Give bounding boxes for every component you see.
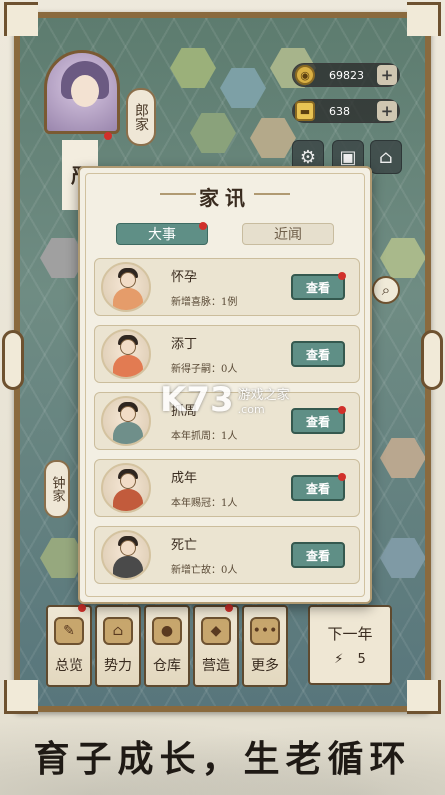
clan-tag-2[interactable]: 钟家: [44, 460, 70, 518]
event-row: 怀孕新增喜脉：1例 查看: [94, 258, 360, 316]
event-list: 怀孕 新增喜脉：1例 查看 添丁 新得子嗣：0人 查看 抓周 本年抓周：1人 查看 成年 本年赐冠：…: [94, 258, 360, 593]
coin-icon: ◉: [295, 65, 315, 85]
search-icon: ⌕: [381, 281, 391, 299]
view-button[interactable]: 查看: [291, 542, 345, 568]
lightning-icon: ⚡: [334, 652, 344, 667]
tab-label: 近闻: [274, 227, 302, 243]
frame-corner-ornament: [407, 2, 441, 36]
gold-counter: ◉ 69823 +: [292, 63, 400, 87]
next-year-count: 5: [357, 652, 366, 667]
event-portrait: [101, 262, 151, 312]
bottom-menu: ✎ 总览 ⌂ 势力 ● 仓库 ◆ 营造 ••• 更多: [46, 604, 288, 687]
menu-label: 仓库: [153, 658, 181, 674]
watermark-cn: 游戏之家: [237, 388, 290, 403]
view-button-label: 查看: [305, 347, 330, 362]
event-subtitle: 新增喜脉：1例: [171, 297, 238, 308]
ingot-value: 638: [329, 104, 350, 118]
sack-icon: ●: [152, 617, 182, 645]
building-icon: ⌂: [103, 617, 133, 645]
event-portrait: [101, 396, 151, 446]
view-button[interactable]: 查看: [291, 272, 346, 300]
menu-label: 更多: [251, 658, 279, 674]
view-button[interactable]: 查看: [291, 341, 345, 367]
tab-recent-news[interactable]: 近闻: [242, 223, 334, 245]
dialog-title: 家讯: [199, 186, 251, 210]
event-row: 成年本年赐冠：1人 查看: [94, 459, 360, 517]
menu-label: 营造: [202, 658, 230, 674]
event-subtitle: 本年赐冠：1人: [171, 498, 238, 509]
view-button-label: 查看: [305, 414, 330, 429]
frame-side-ornament: [421, 330, 443, 390]
tab-label: 大事: [148, 227, 176, 243]
scroll-brush-icon: ✎: [54, 617, 84, 645]
gold-value: 69823: [329, 68, 364, 82]
title-ornament: [254, 193, 290, 195]
frame-corner-ornament: [4, 2, 38, 36]
event-title: 死亡: [171, 538, 198, 553]
event-portrait: [101, 530, 151, 580]
notification-dot: [338, 272, 346, 280]
watermark-logo: K73: [160, 380, 234, 420]
clan-tag[interactable]: 郎家: [126, 88, 156, 146]
menu-label: 势力: [104, 658, 132, 674]
notification-dot: [199, 222, 207, 230]
add-gold-button[interactable]: +: [377, 65, 397, 85]
location-pin-icon: ⌂: [379, 146, 393, 168]
event-row: 添丁新得子嗣：0人 查看: [94, 325, 360, 383]
event-title: 怀孕: [171, 270, 198, 285]
notification-dot: [338, 406, 346, 414]
menu-button-0[interactable]: ✎ 总览: [46, 604, 92, 687]
add-ingot-button[interactable]: +: [377, 101, 397, 121]
menu-label: 总览: [55, 658, 83, 674]
next-year-counter: ⚡ 5: [334, 652, 366, 667]
notification-dot: [225, 604, 233, 612]
frame-corner-ornament: [407, 680, 441, 714]
event-subtitle: 新增亡故：0人: [171, 565, 238, 576]
event-portrait: [101, 463, 151, 513]
tab-major-events[interactable]: 大事: [116, 222, 208, 245]
next-year-label: 下一年: [327, 625, 373, 643]
view-button-label: 查看: [305, 481, 330, 496]
event-title: 成年: [171, 471, 198, 486]
view-button[interactable]: 查看: [291, 473, 346, 501]
frame-side-ornament: [2, 330, 24, 390]
next-year-button[interactable]: 下一年 ⚡ 5: [308, 605, 392, 685]
event-title: 添丁: [171, 337, 198, 352]
watermark-url: .com: [237, 403, 265, 416]
promo-caption: 育子成长，生老循环: [33, 738, 412, 780]
ingot-counter: ▬ 638 +: [292, 99, 400, 123]
event-row: 死亡新增亡故：0人 查看: [94, 526, 360, 584]
menu-button-1[interactable]: ⌂ 势力: [95, 605, 141, 687]
event-portrait: [101, 329, 151, 379]
gear-icon: ⚙: [299, 146, 317, 168]
k73-watermark: K73 游戏之家 .com: [160, 380, 290, 420]
menu-button-2[interactable]: ● 仓库: [144, 605, 190, 687]
trowel-icon: ◆: [201, 617, 231, 645]
map-search-button[interactable]: ⌕: [372, 276, 400, 304]
menu-button-4[interactable]: ••• 更多: [242, 605, 288, 687]
player-avatar[interactable]: [44, 50, 120, 134]
event-subtitle: 本年抓周：1人: [171, 431, 238, 442]
notification-dot: [338, 473, 346, 481]
save-icon: ▣: [339, 146, 357, 168]
more-dots-icon: •••: [250, 617, 280, 645]
gold-ingot-icon: ▬: [295, 101, 315, 121]
menu-button-3[interactable]: ◆ 营造: [193, 604, 239, 687]
view-button[interactable]: 查看: [291, 406, 346, 434]
frame-corner-ornament: [4, 680, 38, 714]
event-subtitle: 新得子嗣：0人: [171, 364, 238, 375]
location-button[interactable]: ⌂: [370, 140, 402, 174]
notification-dot: [104, 132, 112, 140]
view-button-label: 查看: [305, 280, 330, 295]
notification-dot: [78, 604, 86, 612]
view-button-label: 查看: [305, 548, 330, 563]
